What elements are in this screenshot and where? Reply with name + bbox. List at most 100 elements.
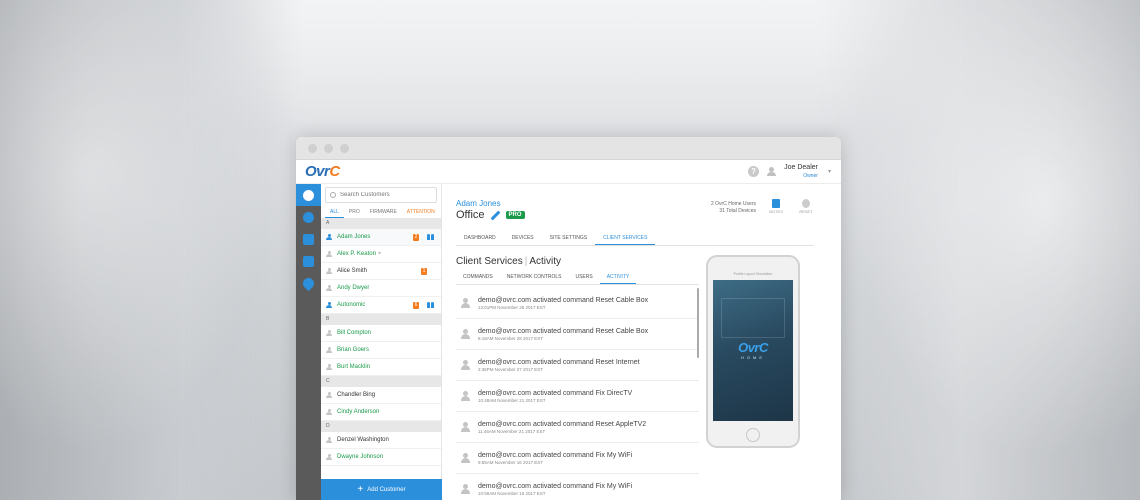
total-devices-count: 31 Total Devices: [719, 208, 756, 214]
filter-firmware[interactable]: FIRMWARE: [365, 206, 402, 218]
customer-row[interactable]: Chandler Bing: [321, 387, 441, 404]
site-stats: 2 OvrC Home Users 31 Total Devices: [711, 199, 756, 215]
filter-pro[interactable]: PRO: [344, 206, 365, 218]
customer-row[interactable]: Alex P. Keaton ⌖: [321, 246, 441, 263]
activity-text: demo@ovrc.com activated command Fix My W…: [478, 451, 633, 459]
person-icon: [326, 363, 332, 371]
subtab-activity[interactable]: ACTIVITY: [599, 270, 637, 284]
customer-row[interactable]: Dwayne Johnson: [321, 449, 441, 466]
activity-scrollbar[interactable]: [697, 288, 699, 358]
top-bar: OvrC ? Joe Dealer Owner ▾: [296, 160, 841, 184]
rail-customers[interactable]: [296, 184, 321, 206]
person-icon: [326, 301, 332, 309]
customer-name: Brian Goers: [337, 347, 370, 353]
person-icon: [461, 360, 470, 370]
phone-home-button: [746, 428, 760, 442]
activity-time: 10:58AM November 15 2017 EST: [478, 490, 546, 496]
subtab-network-controls[interactable]: NETWORK CONTROLS: [500, 270, 569, 284]
user-icon[interactable]: [767, 167, 777, 176]
customer-row[interactable]: Cindy Anderson: [321, 404, 441, 421]
filter-attention[interactable]: ATTENTION: [402, 206, 440, 218]
attention-badge: 2: [413, 233, 419, 241]
customer-name: Cindy Anderson: [337, 409, 380, 415]
customer-row[interactable]: Denzel Washington: [321, 432, 441, 449]
person-icon: [461, 484, 470, 494]
activity-content: demo@ovrc.com activated command Fix My W…: [478, 452, 632, 465]
search-box[interactable]: [325, 187, 437, 203]
window-close-dot[interactable]: [308, 143, 317, 153]
customer-name: Alice Smith: [337, 268, 368, 274]
letter-divider: D: [321, 421, 441, 432]
customer-row[interactable]: Alice Smith 1: [321, 263, 441, 280]
rail-globe[interactable]: [296, 206, 321, 228]
customer-name: Denzel Washington: [337, 437, 389, 443]
customer-row[interactable]: Brian Goers: [321, 342, 441, 359]
filter-all[interactable]: ALL: [325, 206, 344, 218]
tab-dashboard[interactable]: DASHBOARD: [456, 231, 504, 245]
activity-item: demo@ovrc.com activated command Reset Ca…: [456, 288, 699, 319]
tab-devices[interactable]: DEVICES: [504, 231, 542, 245]
person-icon: [326, 346, 332, 354]
window-chrome: [296, 137, 841, 160]
customer-name: Bill Compton: [337, 330, 372, 336]
client-services-tabs: COMMANDS NETWORK CONTROLS USERS ACTIVITY: [456, 270, 699, 285]
site-row: Office PRO: [456, 209, 525, 221]
notes-button[interactable]: NOTES: [766, 199, 786, 214]
add-customer-button[interactable]: + Add Customer: [321, 479, 442, 500]
customer-row[interactable]: Burt Macklin: [321, 359, 441, 376]
activity-item: demo@ovrc.com activated command Fix My W…: [456, 443, 699, 474]
tab-client-services[interactable]: CLIENT SERVICES: [595, 231, 656, 245]
customer-row[interactable]: Adam Jones 2: [321, 229, 441, 246]
person-icon: [326, 391, 332, 399]
site-header: Adam Jones Office PRO 2 OvrC Home Users …: [456, 184, 816, 231]
subtab-commands[interactable]: COMMANDS: [456, 270, 500, 284]
background-right: [820, 0, 1140, 500]
ovrc-home-logo-sub: HOME: [741, 355, 765, 360]
notes-label: NOTES: [769, 209, 783, 214]
background-left: [0, 0, 300, 500]
user-role: Owner: [803, 172, 818, 179]
customer-row[interactable]: Autonomic 6: [321, 297, 441, 314]
help-icon[interactable]: ?: [748, 166, 760, 177]
activity-content: demo@ovrc.com activated command Reset In…: [478, 359, 640, 372]
rail-building[interactable]: [296, 250, 321, 272]
customer-row[interactable]: Andy Dwyer: [321, 280, 441, 297]
customer-row[interactable]: Bill Compton: [321, 325, 441, 342]
attention-badge: 1: [421, 267, 427, 275]
app-body: ALL PRO FIRMWARE ATTENTION AAdam Jones2A…: [296, 184, 841, 500]
ovrc-logo[interactable]: OvrC: [305, 163, 340, 180]
pencil-icon[interactable]: [491, 211, 500, 220]
activity-time: 12:01PM November 28 2017 EST: [478, 304, 546, 310]
customer-name: Adam Jones: [337, 234, 371, 240]
location-icon: [300, 275, 317, 291]
activity-text: demo@ovrc.com activated command Reset In…: [478, 358, 640, 366]
subtab-users[interactable]: USERS: [568, 270, 599, 284]
chevron-down-icon[interactable]: ▾: [828, 168, 831, 175]
letter-divider: C: [321, 376, 441, 387]
customer-name: Burt Macklin: [337, 364, 371, 370]
app-window: OvrC ? Joe Dealer Owner ▾ ALL: [296, 137, 841, 500]
activity-text: demo@ovrc.com activated command Fix Dire…: [478, 389, 633, 397]
rail-location[interactable]: [296, 272, 321, 294]
home-users-count: 2 OvrC Home Users: [710, 201, 756, 207]
person-icon: [461, 422, 470, 432]
person-icon: [326, 233, 332, 241]
window-maximize-dot[interactable]: [340, 143, 349, 153]
user-name: Joe Dealer: [784, 163, 818, 171]
reset-button[interactable]: RESET: [796, 199, 816, 214]
user-menu[interactable]: Joe Dealer Owner: [784, 163, 818, 181]
ovrc-home-logo-text: OvrC: [738, 340, 768, 355]
globe-icon: [303, 211, 314, 223]
window-minimize-dot[interactable]: [324, 143, 333, 153]
search-input[interactable]: [340, 192, 430, 198]
site-tabs: DASHBOARD DEVICES SITE SETTINGS CLIENT S…: [456, 231, 814, 246]
customer-groups: A Adam Jones 2 Alex P. Keaton ⌖ Alice Smith 1 A…: [321, 218, 441, 466]
letter-divider: B: [321, 314, 441, 325]
person-icon: [326, 267, 332, 275]
rail-briefcase[interactable]: [296, 228, 321, 250]
tab-site-settings[interactable]: SITE SETTINGS: [542, 231, 596, 245]
person-icon: [461, 329, 470, 339]
letter-divider: A: [321, 218, 441, 229]
customer-name-link[interactable]: Adam Jones: [456, 199, 525, 208]
person-icon: [326, 329, 332, 337]
